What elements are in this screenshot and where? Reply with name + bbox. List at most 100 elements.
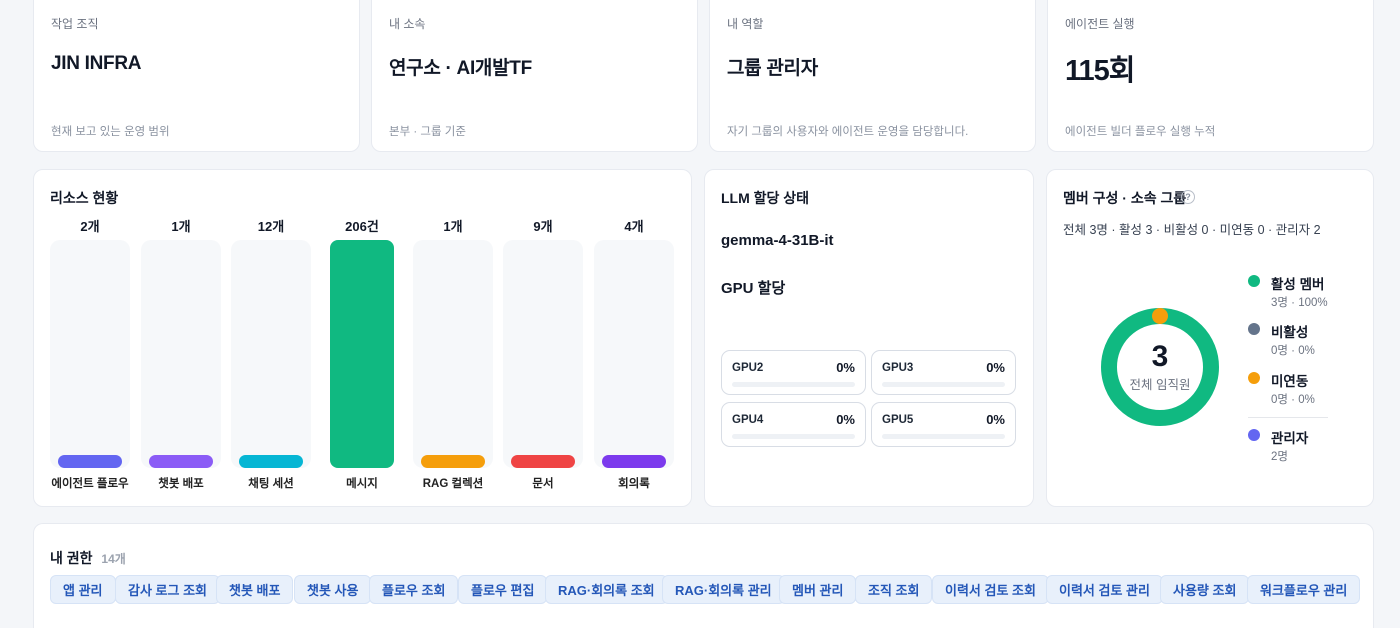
affiliation-desc: 본부 · 그룹 기준	[389, 126, 466, 138]
agent-runs-card: 에이전트 실행 115회 에이전트 빌더 플로우 실행 누적	[1047, 0, 1374, 152]
affiliation-label: 내 소속	[389, 17, 426, 31]
gpu-name: GPU4	[732, 414, 764, 426]
permission-chip[interactable]: 플로우 조회	[369, 575, 459, 604]
gpu-usage-bar	[732, 434, 855, 439]
llm-title: LLM 할당 상태	[721, 190, 810, 206]
resource-bar-track	[413, 240, 493, 468]
permissions-count: 14개	[101, 552, 126, 566]
permissions-title: 내 권한 14개	[50, 548, 126, 568]
permission-chip[interactable]: 이력서 검토 관리	[1046, 575, 1163, 604]
donut-marker-dot	[1152, 308, 1168, 324]
org-desc: 현재 보고 있는 운영 범위	[51, 126, 170, 138]
legend-name: 비활성	[1271, 325, 1309, 340]
resource-count: 12개	[257, 219, 285, 234]
resource-label: 회의록	[618, 478, 650, 490]
gpu-usage-bar	[882, 382, 1005, 387]
gpu-card: GPU2 0%	[721, 350, 866, 395]
permission-chip[interactable]: RAG·회의록 관리	[662, 575, 785, 604]
resource-label: 문서	[532, 478, 554, 490]
resources-title: 리소스 현황	[50, 190, 119, 206]
resource-label: 챗봇 배포	[158, 478, 204, 490]
legend-sub: 3명 · 100%	[1271, 297, 1328, 309]
permission-chip[interactable]: 플로우 편집	[458, 575, 548, 604]
gpu-usage-bar	[732, 382, 855, 387]
resource-count: 2개	[80, 219, 100, 234]
gpu-card: GPU4 0%	[721, 402, 866, 447]
llm-model-name: gemma-4-31B-it	[721, 232, 834, 249]
question-circle-icon[interactable]: ?	[1181, 190, 1195, 204]
resource-bar	[149, 455, 213, 468]
resource-bar-track	[231, 240, 311, 468]
donut-total: 3	[1151, 340, 1169, 373]
permission-chip[interactable]: RAG·회의록 조회	[545, 575, 668, 604]
permission-chip[interactable]: 앱 관리	[50, 575, 116, 604]
gpu-usage-bar	[882, 434, 1005, 439]
members-title: 멤버 구성 · 소속 그룹	[1063, 190, 1187, 206]
resource-bar	[602, 455, 666, 468]
permission-chip[interactable]: 챗봇 배포	[216, 575, 294, 604]
resource-label: 메시지	[346, 478, 378, 490]
donut-total-label: 전체 임직원	[1129, 378, 1191, 392]
legend-sub: 0명 · 0%	[1271, 345, 1315, 357]
role-desc: 자기 그룹의 사용자와 에이전트 운영을 담당합니다.	[727, 126, 969, 138]
resource-count: 4개	[624, 219, 644, 234]
resource-bar-track	[141, 240, 221, 468]
legend-name: 활성 멤버	[1271, 277, 1325, 292]
org-card: 작업 조직 JIN INFRA 현재 보고 있는 운영 범위	[33, 0, 360, 152]
role-label: 내 역할	[727, 17, 764, 31]
permission-chip[interactable]: 조직 조회	[855, 575, 933, 604]
gpu-name: GPU2	[732, 362, 764, 374]
permission-chip[interactable]: 이력서 검토 조회	[932, 575, 1049, 604]
permission-chip[interactable]: 워크플로우 관리	[1247, 575, 1361, 604]
role-value: 그룹 관리자	[727, 58, 818, 79]
legend-name: 관리자	[1271, 431, 1309, 446]
resource-bar-track	[50, 240, 130, 468]
gpu-usage: 0%	[986, 412, 1005, 427]
resource-bar	[330, 240, 394, 468]
resource-bar	[421, 455, 485, 468]
permission-chip[interactable]: 감사 로그 조회	[115, 575, 220, 604]
affiliation-value: 연구소 · AI개발TF	[389, 58, 532, 79]
agent-runs-value: 115회	[1065, 55, 1135, 87]
members-summary: 전체 3명 · 활성 3 · 비활성 0 · 미연동 0 · 관리자 2	[1063, 223, 1321, 237]
legend-dot	[1248, 323, 1260, 335]
role-card: 내 역할 그룹 관리자 자기 그룹의 사용자와 에이전트 운영을 담당합니다.	[709, 0, 1036, 152]
permission-chip[interactable]: 챗봇 사용	[294, 575, 372, 604]
resource-count: 1개	[443, 219, 463, 234]
gpu-name: GPU5	[882, 414, 914, 426]
legend-sub: 0명 · 0%	[1271, 394, 1315, 406]
legend-dot	[1248, 372, 1260, 384]
gpu-card: GPU3 0%	[871, 350, 1016, 395]
affiliation-card: 내 소속 연구소 · AI개발TF 본부 · 그룹 기준	[371, 0, 698, 152]
gpu-name: GPU3	[882, 362, 914, 374]
permission-chip[interactable]: 사용량 조회	[1160, 575, 1250, 604]
resource-count: 9개	[533, 219, 553, 234]
resource-count: 206건	[345, 219, 379, 234]
llm-card	[704, 169, 1034, 507]
gpu-usage: 0%	[836, 412, 855, 427]
legend-divider	[1248, 417, 1328, 418]
legend-sub: 2명	[1271, 451, 1288, 463]
resource-bar-track	[503, 240, 583, 468]
agent-runs-desc: 에이전트 빌더 플로우 실행 누적	[1065, 126, 1216, 138]
resource-bar-track	[594, 240, 674, 468]
agent-runs-label: 에이전트 실행	[1065, 17, 1135, 31]
gpu-allocation-title: GPU 할당	[721, 280, 786, 297]
gpu-usage: 0%	[836, 360, 855, 375]
resource-bar	[511, 455, 575, 468]
resource-label: 채팅 세션	[248, 478, 294, 490]
resource-bar	[58, 455, 122, 468]
org-value: JIN INFRA	[51, 53, 142, 74]
gpu-card: GPU5 0%	[871, 402, 1016, 447]
permissions-title-text: 내 권한	[50, 550, 93, 566]
resource-label: RAG 컬렉션	[422, 478, 484, 490]
legend-dot	[1248, 429, 1260, 441]
resource-label: 에이전트 플로우	[51, 478, 129, 490]
resource-count: 1개	[171, 219, 191, 234]
legend-name: 미연동	[1271, 374, 1309, 389]
gpu-usage: 0%	[986, 360, 1005, 375]
resource-bar	[239, 454, 303, 468]
legend-dot	[1248, 275, 1260, 287]
permission-chip[interactable]: 멤버 관리	[779, 575, 857, 604]
org-label: 작업 조직	[51, 17, 99, 31]
